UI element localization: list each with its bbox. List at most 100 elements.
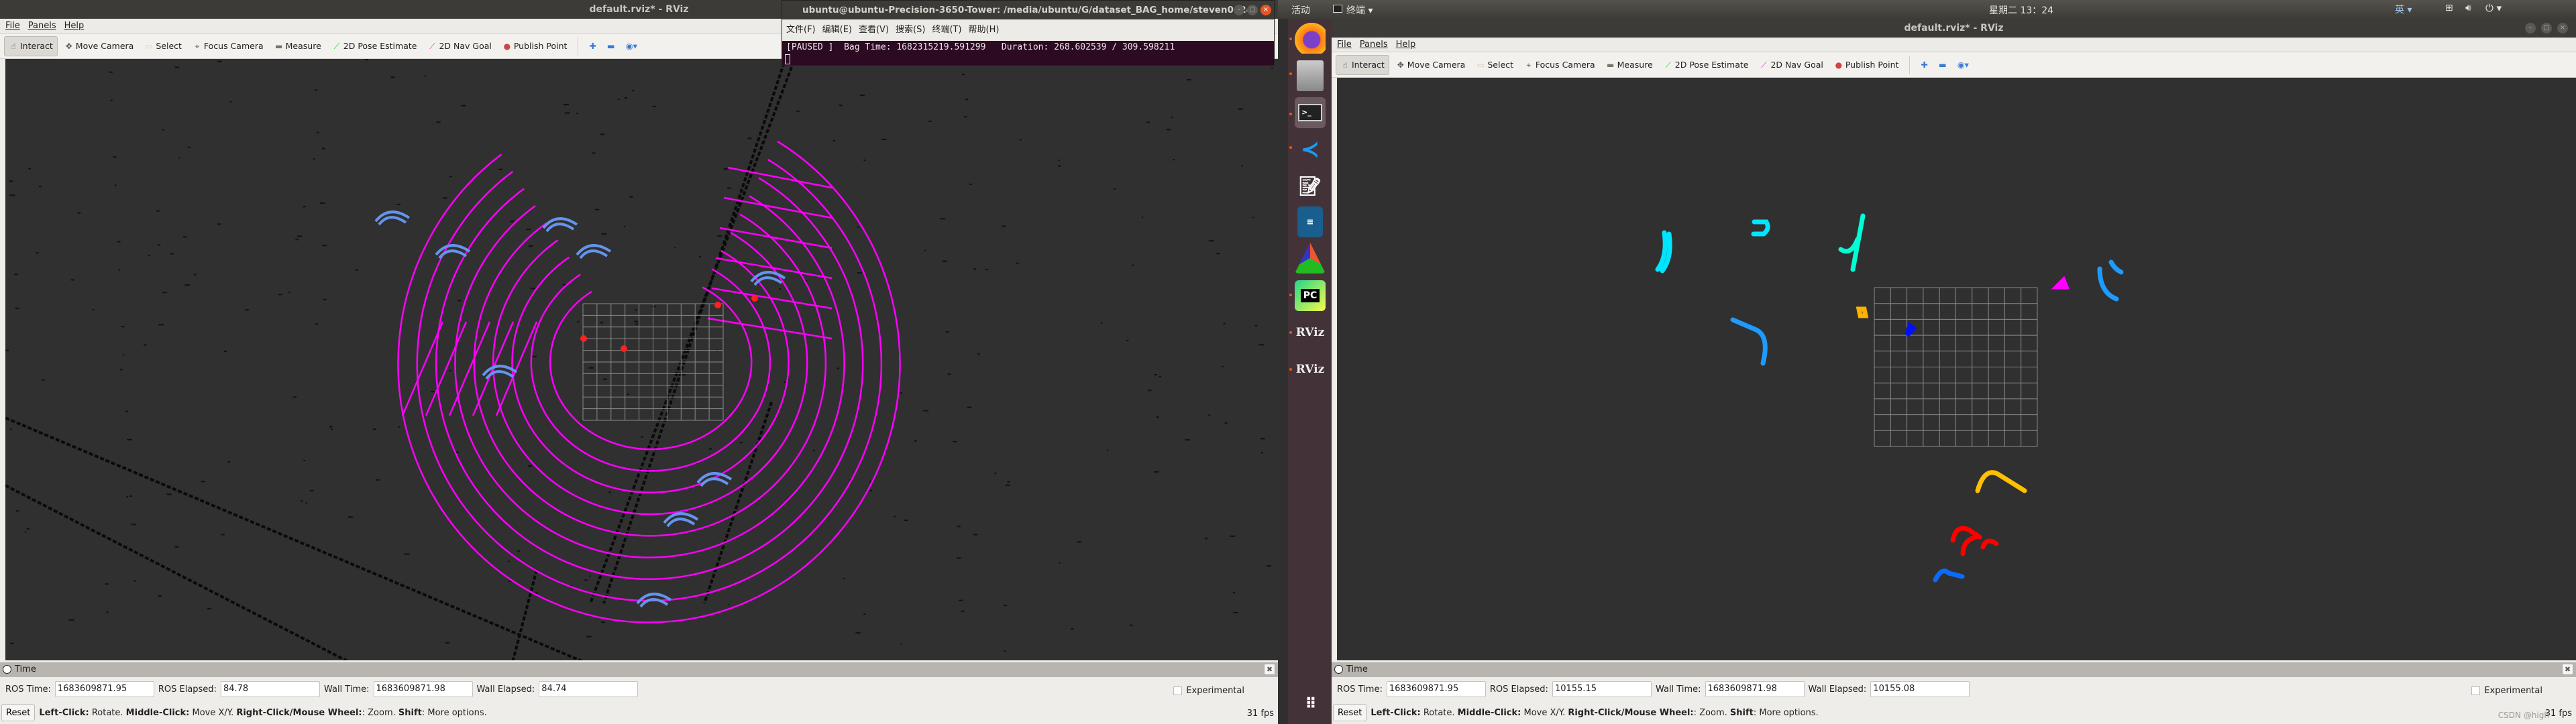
ros-elapsed-field[interactable]: 84.78 (220, 681, 320, 697)
maximize-button[interactable]: □ (2541, 23, 2552, 34)
point-cloud-point (586, 636, 592, 638)
close-panel-button[interactable]: ✖ (2562, 664, 2573, 675)
checkbox[interactable] (2471, 686, 2481, 695)
terminal-menu-item[interactable]: 搜索(S) (896, 19, 925, 41)
tool-publish-point[interactable]: ● Publish Point (498, 36, 572, 56)
3d-viewport[interactable] (1337, 78, 2576, 660)
rviz-icon[interactable]: RViz (1295, 317, 1326, 348)
tool-label: Focus Camera (1535, 60, 1595, 70)
checkbox[interactable] (1173, 686, 1183, 695)
tool-interact[interactable]: ☝ Interact (1336, 54, 1389, 75)
experimental-checkbox[interactable]: Experimental (2471, 686, 2542, 696)
tool-publish-point[interactable]: ● Publish Point (1830, 55, 1903, 75)
tool-select[interactable]: ▭ Select (1472, 55, 1517, 75)
pycharm-icon[interactable]: PC (1295, 280, 1326, 311)
hand-icon: ☝ (1342, 60, 1348, 70)
running-indicator (1289, 294, 1292, 296)
tool-move-camera[interactable]: ✥ Move Camera (60, 36, 138, 56)
point-cloud-point (863, 613, 866, 615)
tool-move-camera[interactable]: ✥ Move Camera (1392, 55, 1470, 75)
terminal-menu-item[interactable]: 帮助(H) (969, 19, 1000, 41)
point-cloud-point (635, 323, 639, 325)
remove-tool-icon[interactable]: ▬ (1935, 55, 1951, 75)
tool-measure[interactable]: ▬ Measure (1602, 55, 1657, 75)
tool-label: 2D Pose Estimate (1674, 60, 1749, 70)
tool-focus-camera[interactable]: ⌖ Focus Camera (1520, 55, 1599, 75)
maximize-button[interactable]: □ (1247, 5, 1258, 15)
close-button[interactable]: × (1260, 5, 1271, 15)
hint-text: Move X/Y. (189, 707, 237, 718)
point-cloud-point (977, 353, 980, 355)
ros-time-field[interactable]: 1683609871.95 (1386, 681, 1486, 697)
camera-type-icon[interactable]: ◉▾ (1953, 55, 1973, 75)
cmake-icon[interactable] (1295, 243, 1326, 274)
point-cloud-point (5, 349, 9, 351)
lidar-ring (511, 250, 790, 493)
rviz-icon[interactable]: RViz (1295, 354, 1326, 385)
terminal-icon[interactable]: >_ (1295, 97, 1326, 128)
remove-tool-icon[interactable]: ▬ (603, 36, 619, 56)
tool-select[interactable]: ▭ Select (140, 36, 186, 56)
point-cloud-point (1261, 452, 1263, 454)
menu-file[interactable]: File (1337, 38, 1352, 52)
tool-2d-nav-goal[interactable]: ⟋ 2D Nav Goal (1755, 55, 1827, 75)
point-cloud-point (157, 244, 161, 246)
add-tool-icon[interactable]: ✚ (585, 36, 600, 56)
terminal-menu-item[interactable]: 终端(T) (932, 19, 961, 41)
point-cloud-point (156, 210, 160, 212)
wall-elapsed-field[interactable]: 84.74 (539, 681, 639, 697)
point-cloud-point (914, 440, 917, 442)
close-button[interactable]: × (2557, 23, 2568, 34)
3d-viewport[interactable] (5, 59, 1278, 660)
close-panel-button[interactable]: ✖ (1264, 664, 1275, 675)
clock[interactable]: 星期二 13：24 (1989, 3, 2053, 17)
firefox-icon[interactable] (1295, 23, 1326, 54)
power-icon[interactable]: ⏻ ▾ (2485, 2, 2502, 14)
files-icon[interactable] (1297, 60, 1324, 91)
vscode-icon[interactable]: ≺ (1295, 134, 1326, 165)
app-menu[interactable]: 终端 ▾ (1346, 3, 1373, 17)
terminal-menu-item[interactable]: 编辑(E) (822, 19, 852, 41)
minimize-button[interactable]: – (1234, 5, 1244, 15)
text-editor-icon[interactable]: 📝︎ (1295, 170, 1326, 201)
menu-panels[interactable]: Panels (28, 19, 56, 33)
volume-icon[interactable]: 🔊︎ (2465, 3, 2471, 13)
cluster-cyan (1751, 219, 1770, 237)
building-edge (5, 483, 349, 660)
point-cloud-point (923, 410, 929, 412)
show-applications-button[interactable]: ⠿ (1295, 689, 1326, 720)
tool-focus-camera[interactable]: ⌖ Focus Camera (189, 36, 268, 56)
menu-help[interactable]: Help (1396, 38, 1416, 52)
wall-time-field[interactable]: 1683609871.98 (373, 681, 473, 697)
tool-2d-nav-goal[interactable]: ⟋ 2D Nav Goal (423, 36, 495, 56)
add-tool-icon[interactable]: ✚ (1917, 55, 1931, 75)
point-cloud-point (964, 116, 967, 118)
wall-elapsed-field[interactable]: 10155.08 (1870, 681, 1970, 697)
minimize-button[interactable]: – (2525, 23, 2536, 34)
menu-help[interactable]: Help (64, 19, 85, 33)
tool-interact[interactable]: ☝ Interact (4, 36, 58, 56)
camera-type-icon[interactable]: ◉▾ (622, 36, 641, 56)
point-cloud-point (1271, 67, 1273, 69)
terminal-menu-item[interactable]: 查看(V) (859, 19, 889, 41)
menu-file[interactable]: File (5, 19, 20, 33)
terminal-output[interactable]: [PAUSED ] Bag Time: 1682315219.591299 Du… (786, 42, 1175, 52)
network-icon[interactable]: ⊞ (2445, 3, 2453, 13)
wall-time-field[interactable]: 1683609871.98 (1705, 681, 1805, 697)
menu-panels[interactable]: Panels (1360, 38, 1388, 52)
writer-icon[interactable]: ≡ (1297, 206, 1323, 237)
tool-2d-pose-estimate[interactable]: ⟋ 2D Pose Estimate (1660, 55, 1753, 75)
ros-elapsed-field[interactable]: 10155.15 (1552, 681, 1652, 697)
experimental-checkbox[interactable]: Experimental (1173, 686, 1244, 696)
point-cloud-point (857, 272, 862, 274)
activities-button[interactable]: 活动 (1291, 3, 1310, 17)
tool-measure[interactable]: ▬ Measure (270, 36, 325, 56)
tool-2d-pose-estimate[interactable]: ⟋ 2D Pose Estimate (328, 36, 421, 56)
reset-button[interactable]: Reset (1, 704, 36, 721)
point-cloud-point (1204, 538, 1208, 540)
point-cloud-point (900, 643, 902, 645)
reset-button[interactable]: Reset (1333, 704, 1367, 721)
input-method-indicator[interactable]: 英 ▾ (2395, 3, 2412, 16)
terminal-menu-item[interactable]: 文件(F) (786, 19, 816, 41)
ros-time-field[interactable]: 1683609871.95 (54, 681, 154, 697)
